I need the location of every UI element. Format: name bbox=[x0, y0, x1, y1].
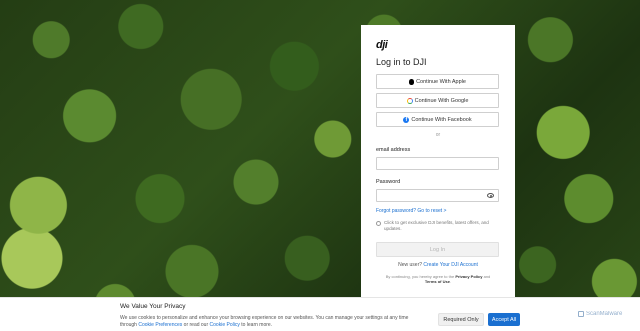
cookie-banner: We Value Your Privacy We use cookies to … bbox=[0, 297, 640, 331]
continue-with-facebook-button[interactable]: f Continue With Facebook bbox=[376, 112, 499, 127]
or-divider: or bbox=[435, 132, 441, 138]
email-field-wrapper bbox=[376, 157, 499, 176]
terms-suffix: . bbox=[449, 279, 452, 284]
email-field[interactable] bbox=[377, 164, 498, 176]
apple-icon bbox=[409, 78, 415, 85]
apple-button-label: Continue With Apple bbox=[416, 78, 466, 85]
facebook-button-label: Continue With Facebook bbox=[411, 116, 472, 123]
password-field-wrapper bbox=[376, 189, 499, 208]
terms-and: and bbox=[483, 274, 491, 279]
email-label: email address bbox=[376, 147, 411, 153]
create-account-link[interactable]: Create Your DJI Account bbox=[423, 262, 477, 268]
new-user-prefix: New user? bbox=[398, 262, 423, 268]
google-button-label: Continue With Google bbox=[414, 97, 469, 104]
cookie-preferences-link[interactable]: Cookie Preferences bbox=[138, 322, 182, 328]
continue-with-apple-button[interactable]: Continue With Apple bbox=[376, 74, 499, 89]
cookie-text: We use cookies to personalize and enhanc… bbox=[120, 315, 420, 328]
forgot-password-link[interactable]: Forgot password? Go to reset > bbox=[376, 208, 500, 215]
cookie-title: We Value Your Privacy bbox=[120, 303, 186, 310]
terms-text: By continuing, you hereby agree to the P… bbox=[376, 274, 500, 284]
dji-logo: dji bbox=[376, 39, 388, 51]
forest-background bbox=[0, 0, 640, 331]
password-field[interactable] bbox=[377, 196, 498, 208]
consent-radio[interactable] bbox=[376, 221, 381, 226]
page-title: Log in to DJI bbox=[376, 57, 427, 67]
new-user-row: New user? Create Your DJI Account bbox=[376, 262, 500, 269]
show-password-eye-icon[interactable] bbox=[487, 193, 494, 198]
scanmalware-logo-icon bbox=[578, 311, 584, 317]
cookie-policy-link[interactable]: Cookie Policy bbox=[210, 322, 240, 328]
privacy-policy-link[interactable]: Privacy Policy bbox=[455, 274, 482, 279]
consent-text: Click to get exclusive DJI benefits, lat… bbox=[384, 220, 489, 231]
accept-all-button[interactable]: Accept All bbox=[488, 313, 520, 326]
watermark-text: ScanMalware bbox=[586, 311, 623, 317]
cookie-text-2: or read our bbox=[183, 321, 209, 328]
sso-group: Continue With Apple Continue With Google… bbox=[376, 74, 500, 127]
cookie-text-3: to learn more. bbox=[241, 321, 273, 328]
continue-with-google-button[interactable]: Continue With Google bbox=[376, 93, 499, 108]
google-icon bbox=[406, 97, 413, 104]
scanmalware-watermark: ScanMalware bbox=[578, 311, 622, 317]
marketing-consent: Click to get exclusive DJI benefits, lat… bbox=[376, 220, 500, 232]
login-card: dji Log in to DJI Continue With Apple Co… bbox=[361, 25, 515, 297]
password-label: Password bbox=[376, 179, 401, 185]
facebook-icon: f bbox=[403, 116, 410, 123]
terms-of-use-link[interactable]: Terms of Use bbox=[425, 279, 450, 284]
login-button[interactable]: Log In bbox=[376, 242, 499, 257]
required-only-button[interactable]: Required Only bbox=[438, 313, 484, 326]
